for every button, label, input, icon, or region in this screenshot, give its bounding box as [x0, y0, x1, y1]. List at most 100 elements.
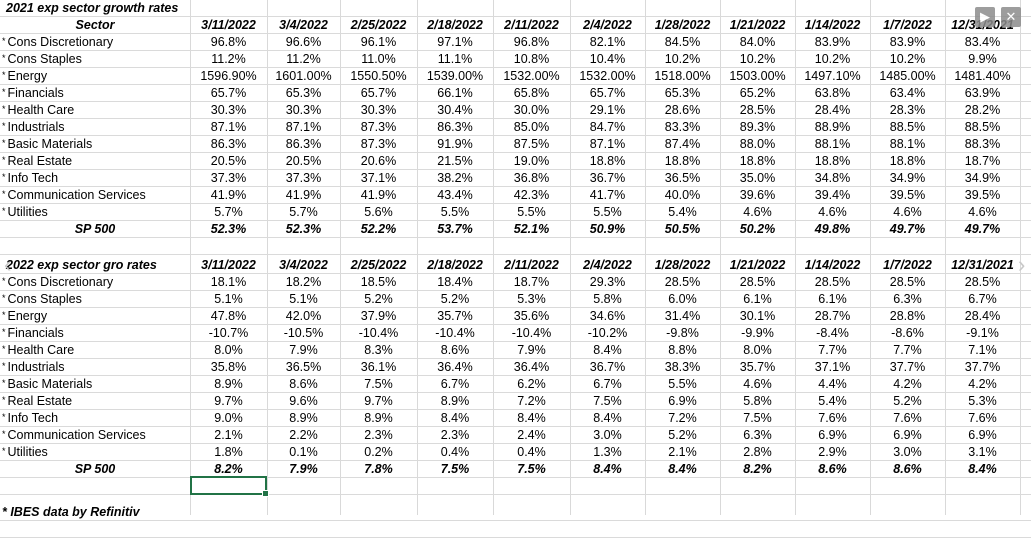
- value-cell[interactable]: 10.8%: [493, 51, 570, 67]
- value-cell[interactable]: 41.9%: [340, 187, 417, 203]
- total-value[interactable]: 8.4%: [945, 461, 1020, 477]
- value-cell[interactable]: 7.2%: [645, 410, 720, 426]
- value-cell[interactable]: 1.3%: [570, 444, 645, 460]
- value-cell[interactable]: 18.8%: [795, 153, 870, 169]
- value-cell[interactable]: 6.9%: [795, 427, 870, 443]
- value-cell[interactable]: 5.2%: [417, 291, 493, 307]
- value-cell[interactable]: 10.2%: [795, 51, 870, 67]
- total-value[interactable]: 7.8%: [340, 461, 417, 477]
- value-cell[interactable]: 1596.90%: [190, 68, 267, 84]
- value-cell[interactable]: 63.8%: [795, 85, 870, 101]
- value-cell[interactable]: 40.0%: [645, 187, 720, 203]
- date-header[interactable]: 2/11/2022: [493, 257, 570, 273]
- date-header[interactable]: 1/7/2022: [870, 17, 945, 33]
- value-cell[interactable]: 5.7%: [267, 204, 340, 220]
- date-header[interactable]: 3/11/2022: [190, 257, 267, 273]
- value-cell[interactable]: 29.1%: [570, 102, 645, 118]
- value-cell[interactable]: 10.4%: [570, 51, 645, 67]
- value-cell[interactable]: 6.1%: [720, 291, 795, 307]
- value-cell[interactable]: 65.3%: [267, 85, 340, 101]
- value-cell[interactable]: 3.0%: [870, 444, 945, 460]
- date-header[interactable]: 2/25/2022: [340, 257, 417, 273]
- value-cell[interactable]: 84.7%: [570, 119, 645, 135]
- sector-label[interactable]: * Basic Materials: [2, 376, 188, 392]
- value-cell[interactable]: 19.0%: [493, 153, 570, 169]
- value-cell[interactable]: 0.1%: [267, 444, 340, 460]
- value-cell[interactable]: 28.5%: [720, 102, 795, 118]
- section-title[interactable]: 2021 exp sector growth rates: [6, 0, 186, 16]
- value-cell[interactable]: 4.6%: [870, 204, 945, 220]
- value-cell[interactable]: 4.2%: [945, 376, 1020, 392]
- value-cell[interactable]: 39.5%: [870, 187, 945, 203]
- value-cell[interactable]: 1518.00%: [645, 68, 720, 84]
- value-cell[interactable]: 6.7%: [945, 291, 1020, 307]
- value-cell[interactable]: -10.5%: [267, 325, 340, 341]
- total-value[interactable]: 50.2%: [720, 221, 795, 237]
- value-cell[interactable]: 36.7%: [570, 170, 645, 186]
- total-value[interactable]: 53.7%: [417, 221, 493, 237]
- value-cell[interactable]: 41.9%: [267, 187, 340, 203]
- value-cell[interactable]: 5.2%: [870, 393, 945, 409]
- value-cell[interactable]: 7.5%: [570, 393, 645, 409]
- value-cell[interactable]: -10.4%: [340, 325, 417, 341]
- value-cell[interactable]: 39.4%: [795, 187, 870, 203]
- value-cell[interactable]: 2.1%: [645, 444, 720, 460]
- value-cell[interactable]: 8.3%: [340, 342, 417, 358]
- date-header[interactable]: 1/21/2022: [720, 257, 795, 273]
- value-cell[interactable]: 96.6%: [267, 34, 340, 50]
- value-cell[interactable]: 28.5%: [870, 274, 945, 290]
- play-button[interactable]: ▶: [975, 7, 995, 27]
- value-cell[interactable]: -9.8%: [645, 325, 720, 341]
- value-cell[interactable]: 18.7%: [493, 274, 570, 290]
- value-cell[interactable]: 9.7%: [340, 393, 417, 409]
- value-cell[interactable]: 8.4%: [570, 342, 645, 358]
- value-cell[interactable]: 1532.00%: [570, 68, 645, 84]
- total-value[interactable]: 7.9%: [267, 461, 340, 477]
- value-cell[interactable]: 2.4%: [493, 427, 570, 443]
- total-value[interactable]: 50.5%: [645, 221, 720, 237]
- value-cell[interactable]: 0.2%: [340, 444, 417, 460]
- total-value[interactable]: 8.4%: [570, 461, 645, 477]
- value-cell[interactable]: 39.5%: [945, 187, 1020, 203]
- value-cell[interactable]: 18.5%: [340, 274, 417, 290]
- value-cell[interactable]: 5.3%: [493, 291, 570, 307]
- value-cell[interactable]: 8.0%: [720, 342, 795, 358]
- value-cell[interactable]: 18.8%: [645, 153, 720, 169]
- value-cell[interactable]: 83.9%: [870, 34, 945, 50]
- value-cell[interactable]: 0.4%: [493, 444, 570, 460]
- total-value[interactable]: 8.4%: [645, 461, 720, 477]
- value-cell[interactable]: 86.3%: [190, 136, 267, 152]
- total-label[interactable]: SP 500: [0, 221, 190, 237]
- value-cell[interactable]: 8.0%: [190, 342, 267, 358]
- total-value[interactable]: 8.6%: [795, 461, 870, 477]
- value-cell[interactable]: 83.3%: [645, 119, 720, 135]
- date-header[interactable]: 1/14/2022: [795, 257, 870, 273]
- sector-label[interactable]: * Health Care: [2, 102, 188, 118]
- value-cell[interactable]: 41.7%: [570, 187, 645, 203]
- value-cell[interactable]: -10.4%: [417, 325, 493, 341]
- total-value[interactable]: 49.7%: [945, 221, 1020, 237]
- selected-cell[interactable]: [190, 476, 269, 497]
- value-cell[interactable]: 7.6%: [870, 410, 945, 426]
- value-cell[interactable]: 4.6%: [795, 204, 870, 220]
- value-cell[interactable]: 36.8%: [493, 170, 570, 186]
- total-value[interactable]: 8.2%: [190, 461, 267, 477]
- value-cell[interactable]: 8.6%: [267, 376, 340, 392]
- date-header[interactable]: 2/4/2022: [570, 17, 645, 33]
- value-cell[interactable]: 34.8%: [795, 170, 870, 186]
- value-cell[interactable]: 8.4%: [493, 410, 570, 426]
- value-cell[interactable]: 28.5%: [645, 274, 720, 290]
- value-cell[interactable]: 37.7%: [870, 359, 945, 375]
- value-cell[interactable]: 1485.00%: [870, 68, 945, 84]
- value-cell[interactable]: 88.5%: [945, 119, 1020, 135]
- value-cell[interactable]: 2.9%: [795, 444, 870, 460]
- value-cell[interactable]: 5.2%: [340, 291, 417, 307]
- value-cell[interactable]: 5.7%: [190, 204, 267, 220]
- value-cell[interactable]: 63.4%: [870, 85, 945, 101]
- value-cell[interactable]: 34.6%: [570, 308, 645, 324]
- value-cell[interactable]: 1539.00%: [417, 68, 493, 84]
- value-cell[interactable]: 6.3%: [720, 427, 795, 443]
- value-cell[interactable]: 43.4%: [417, 187, 493, 203]
- value-cell[interactable]: 6.0%: [645, 291, 720, 307]
- value-cell[interactable]: 39.6%: [720, 187, 795, 203]
